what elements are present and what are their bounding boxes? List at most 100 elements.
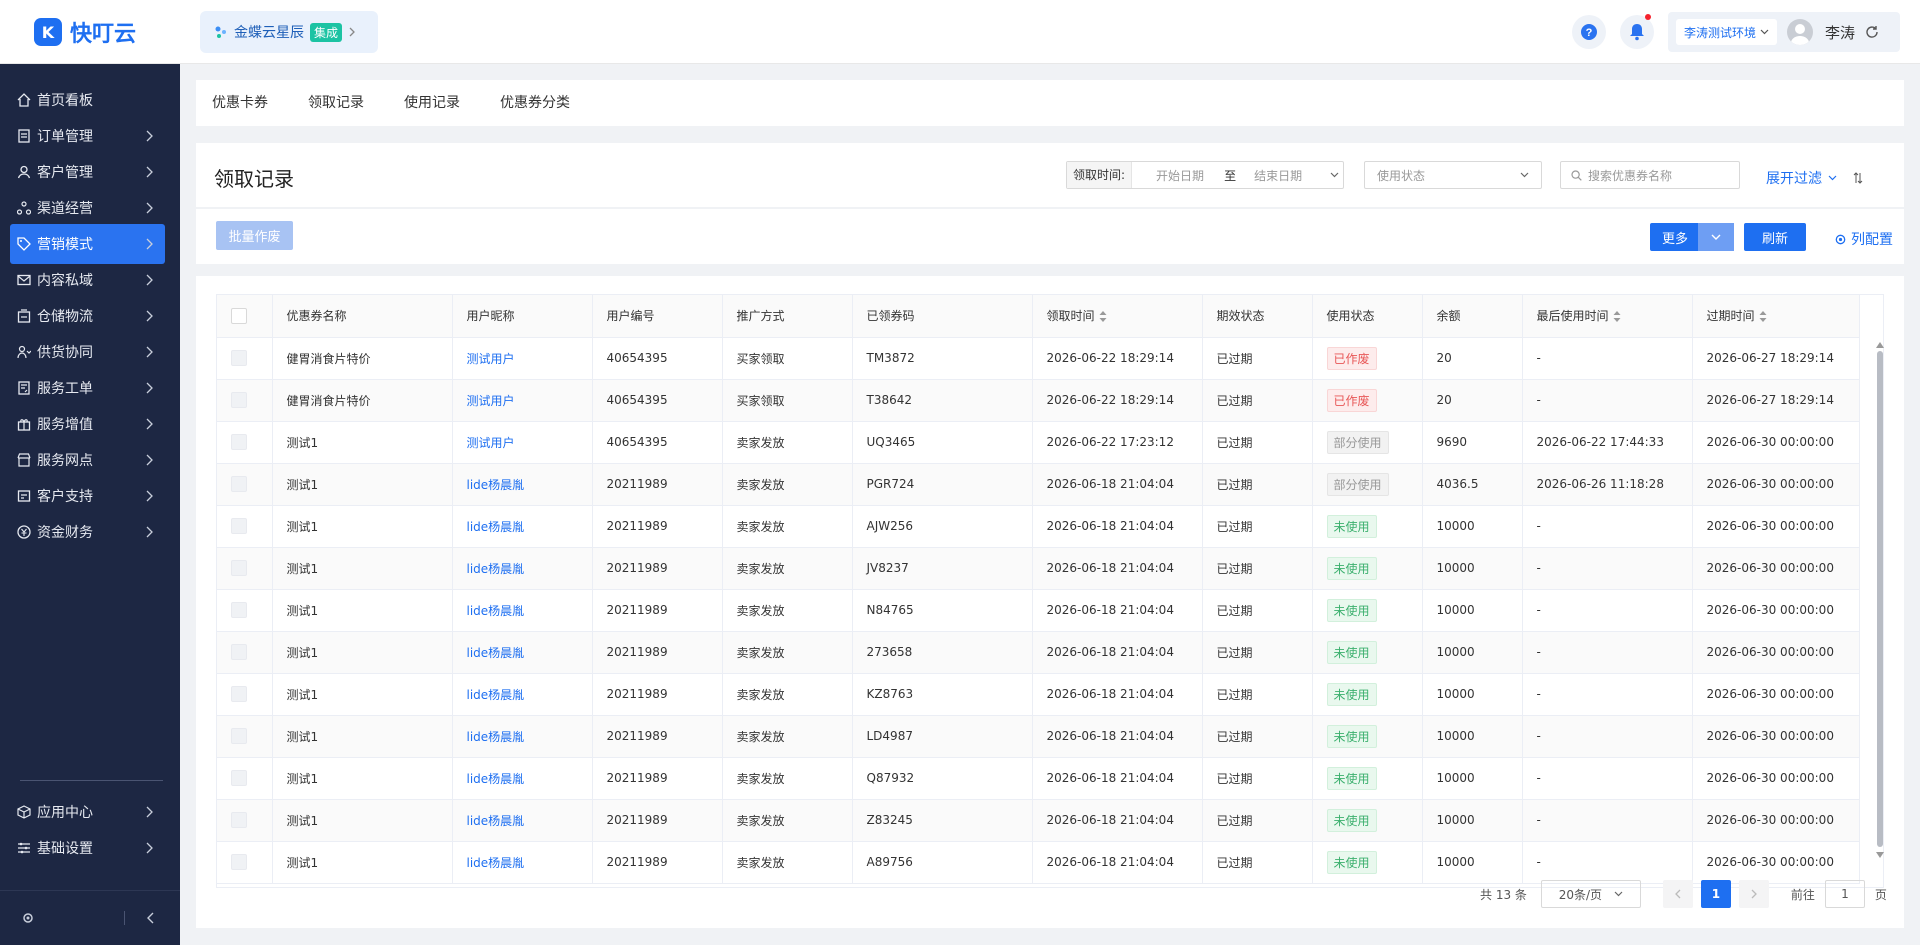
collapse-sidebar-icon[interactable] [147, 912, 155, 924]
page-number-current[interactable]: 1 [1700, 880, 1731, 908]
sidebar-item-bottom-1[interactable]: 基础设置 [10, 828, 165, 868]
sort-icon[interactable] [1613, 311, 1621, 323]
sidebar-item-2[interactable]: 客户管理 [10, 152, 165, 192]
sort-icon[interactable] [1759, 311, 1767, 323]
prev-page-button[interactable] [1662, 880, 1693, 908]
table-row[interactable]: 测试1 lide杨晨胤 20211989 卖家发放 A89756 2026-06-18 2… [217, 841, 1860, 884]
row-checkbox[interactable] [231, 560, 247, 576]
avatar[interactable] [1787, 19, 1814, 45]
row-checkbox[interactable] [231, 854, 247, 870]
table-row[interactable]: 测试1 测试用户 40654395 卖家发放 UQ3465 2026-06-22 17:2… [217, 421, 1860, 464]
sidebar-item-10[interactable]: 服务网点 [10, 440, 165, 480]
sidebar-item-4[interactable]: 营销模式 [10, 224, 165, 264]
sort-icon[interactable] [1099, 311, 1107, 323]
user-nickname-link[interactable]: 测试用户 [467, 352, 515, 366]
column-header-sortable[interactable]: 最后使用时间 [1522, 295, 1693, 338]
sidebar-item-5[interactable]: 内容私域 [10, 260, 165, 300]
row-checkbox[interactable] [231, 434, 247, 450]
scroll-down-icon[interactable] [1876, 852, 1884, 858]
table-row[interactable]: 测试1 lide杨晨胤 20211989 卖家发放 AJW256 2026-06-18 2… [217, 505, 1860, 548]
table-row[interactable]: 测试1 lide杨晨胤 20211989 卖家发放 PGR724 2026-06-18 2… [217, 463, 1860, 506]
sort-toggle-icon[interactable] [1853, 172, 1863, 184]
tab-usage-records[interactable]: 使用记录 [404, 80, 460, 126]
environment-select[interactable]: 李涛测试环境 [1676, 19, 1778, 45]
more-dropdown-toggle[interactable] [1698, 223, 1734, 251]
table-row[interactable]: 测试1 lide杨晨胤 20211989 卖家发放 Q87932 2026-06-18 2… [217, 757, 1860, 800]
user-name[interactable]: 李涛 [1825, 22, 1855, 43]
end-date-input[interactable]: 结束日期 [1254, 167, 1302, 184]
row-checkbox[interactable] [231, 686, 247, 702]
scrollbar-thumb[interactable] [1877, 351, 1883, 847]
row-checkbox[interactable] [231, 350, 247, 366]
sidebar-item-3[interactable]: 渠道经营 [10, 188, 165, 228]
scroll-up-icon[interactable] [1876, 342, 1884, 348]
usage-status-select[interactable]: 使用状态 [1364, 161, 1542, 189]
row-checkbox[interactable] [231, 728, 247, 744]
table-row[interactable]: 测试1 lide杨晨胤 20211989 卖家发放 N84765 2026-06-18 2… [217, 589, 1860, 632]
search-input[interactable]: 搜索优惠券名称 [1560, 161, 1740, 189]
integration-switch[interactable]: 金蝶云星辰 集成 [200, 11, 378, 53]
select-all-checkbox[interactable] [231, 307, 247, 324]
sidebar-item-11[interactable]: 客户支持 [10, 476, 165, 516]
more-button[interactable]: 更多 [1650, 223, 1734, 251]
user-nickname-link[interactable]: lide杨晨胤 [467, 814, 525, 828]
refresh-icon[interactable] [1865, 25, 1879, 39]
sidebar-item-bottom-0[interactable]: 应用中心 [10, 792, 165, 832]
row-checkbox[interactable] [231, 812, 247, 828]
page-size-select[interactable]: 20条/页 [1540, 880, 1641, 908]
user-nickname-link[interactable]: lide杨晨胤 [467, 478, 525, 492]
help-button[interactable]: ? [1572, 15, 1606, 49]
user-nickname-link[interactable]: lide杨晨胤 [467, 856, 525, 870]
user-nickname-link[interactable]: lide杨晨胤 [467, 772, 525, 786]
notification-button[interactable] [1620, 14, 1654, 49]
tab-coupons[interactable]: 优惠卡券 [212, 80, 268, 126]
user-nickname-link[interactable]: 测试用户 [467, 394, 515, 408]
cell-expire-time: 2026-06-27 18:29:14 [1692, 337, 1860, 380]
column-header-sortable[interactable]: 过期时间 [1692, 295, 1860, 338]
table-row[interactable]: 测试1 lide杨晨胤 20211989 卖家发放 KZ8763 2026-06-18 2… [217, 673, 1860, 716]
gear-icon[interactable] [21, 911, 35, 925]
start-date-input[interactable]: 开始日期 [1156, 167, 1204, 184]
row-checkbox[interactable] [231, 602, 247, 618]
user-nickname-link[interactable]: lide杨晨胤 [467, 730, 525, 744]
sidebar-item-0[interactable]: 首页看板 [10, 80, 165, 120]
vertical-scrollbar[interactable] [1876, 342, 1884, 866]
table-row[interactable]: 健胃消食片特价 测试用户 40654395 买家领取 TM3872 2026-06-22 … [217, 337, 1860, 380]
sidebar-item-12[interactable]: 资金财务 [10, 512, 165, 552]
user-nickname-link[interactable]: lide杨晨胤 [467, 604, 525, 618]
table-row[interactable]: 测试1 lide杨晨胤 20211989 卖家发放 273658 2026-06-18 2… [217, 631, 1860, 674]
expand-filter-button[interactable]: 展开过滤 [1766, 168, 1863, 188]
table-row[interactable]: 测试1 lide杨晨胤 20211989 卖家发放 Z83245 2026-06-18 2… [217, 799, 1860, 842]
user-nickname-link[interactable]: lide杨晨胤 [467, 562, 525, 576]
user-nickname-link[interactable]: lide杨晨胤 [467, 520, 525, 534]
user-nickname-link[interactable]: 测试用户 [467, 436, 515, 450]
column-config-button[interactable]: 列配置 [1834, 229, 1893, 249]
row-checkbox[interactable] [231, 644, 247, 660]
table-row[interactable]: 健胃消食片特价 测试用户 40654395 买家领取 T38642 2026-06-22 … [217, 379, 1860, 422]
batch-void-button[interactable]: 批量作废 [216, 221, 293, 250]
sidebar-item-7[interactable]: 供货协同 [10, 332, 165, 372]
cell-usage-status: 未使用 [1312, 715, 1423, 758]
row-checkbox[interactable] [231, 518, 247, 534]
next-page-button[interactable] [1738, 880, 1769, 908]
table-row[interactable]: 测试1 lide杨晨胤 20211989 卖家发放 JV8237 2026-06-18 2… [217, 547, 1860, 590]
refresh-button[interactable]: 刷新 [1744, 223, 1806, 251]
cell-usage-status: 已作废 [1312, 337, 1423, 380]
user-nickname-link[interactable]: lide杨晨胤 [467, 688, 525, 702]
sidebar-item-1[interactable]: 订单管理 [10, 116, 165, 156]
tab-coupon-categories[interactable]: 优惠券分类 [500, 80, 570, 126]
row-checkbox[interactable] [231, 476, 247, 492]
date-range-picker[interactable]: 领取时间: 开始日期 至 结束日期 [1066, 161, 1344, 189]
goto-page-input[interactable]: 1 [1824, 880, 1865, 908]
sidebar-item-6[interactable]: 仓储物流 [10, 296, 165, 336]
sidebar-item-8[interactable]: 服务工单 [10, 368, 165, 408]
table-row[interactable]: 测试1 lide杨晨胤 20211989 卖家发放 LD4987 2026-06-18 2… [217, 715, 1860, 758]
logo[interactable]: K 快叮云 [0, 0, 180, 64]
sidebar-item-9[interactable]: 服务增值 [10, 404, 165, 444]
user-nickname-link[interactable]: lide杨晨胤 [467, 646, 525, 660]
row-checkbox[interactable] [231, 770, 247, 786]
integration-badge: 集成 [310, 22, 343, 42]
column-header-sortable[interactable]: 领取时间 [1032, 295, 1203, 338]
row-checkbox[interactable] [231, 392, 247, 408]
tab-claim-records[interactable]: 领取记录 [308, 80, 364, 126]
